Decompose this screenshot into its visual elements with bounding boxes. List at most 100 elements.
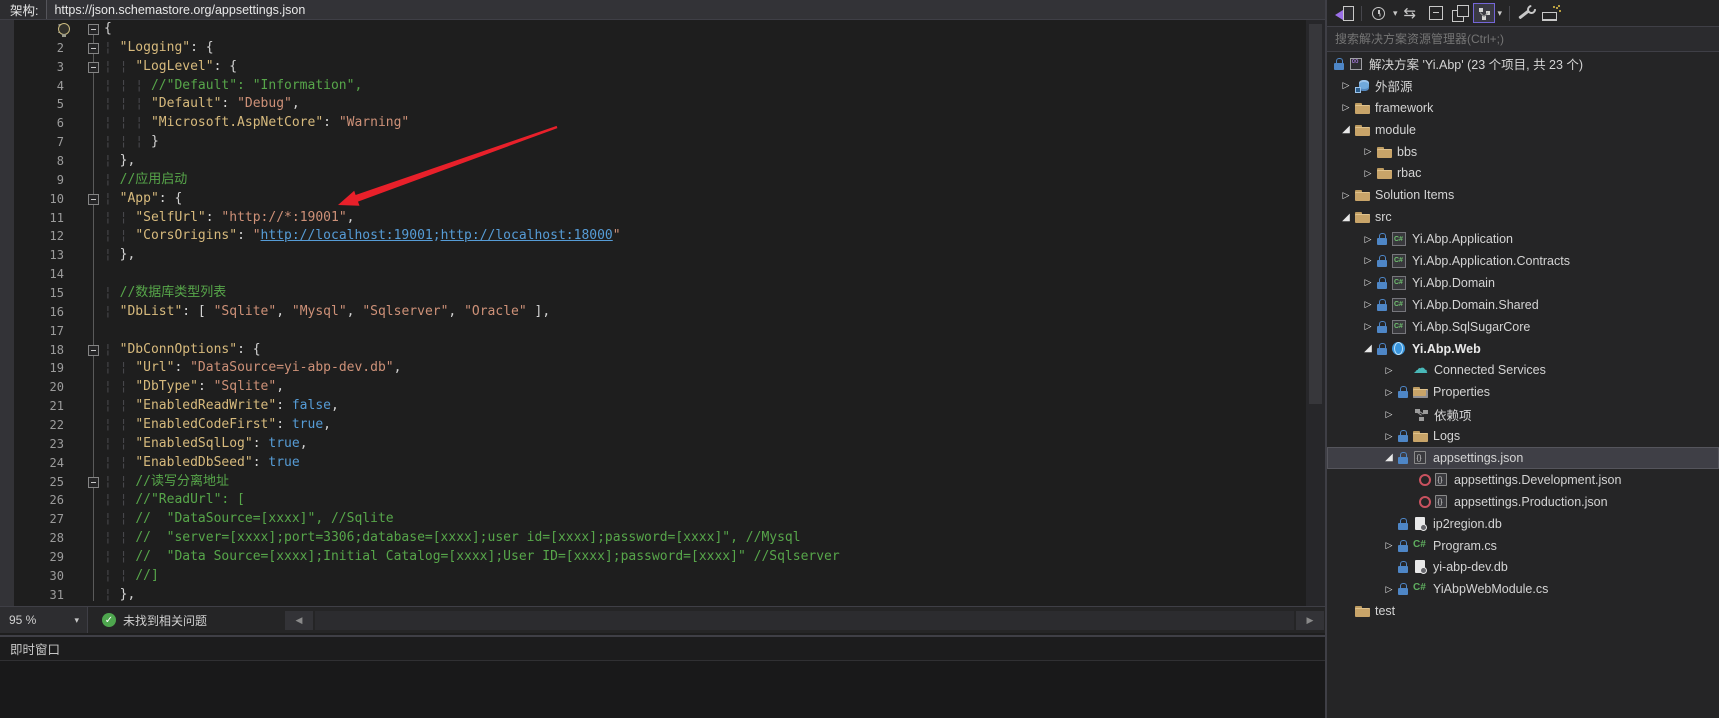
fold-toggle[interactable]: [88, 477, 99, 488]
tree-item[interactable]: ▷bbs: [1327, 141, 1719, 163]
tree-item-label: Yi.Abp.Domain.Shared: [1412, 298, 1539, 312]
expander-collapsed-icon[interactable]: ▷: [1360, 299, 1376, 310]
fold-toggle[interactable]: [88, 194, 99, 205]
tree-item[interactable]: ▷Solution Items: [1327, 184, 1719, 206]
tree-item[interactable]: ▷ Properties: [1327, 381, 1719, 403]
track-active-item-dropdown-icon[interactable]: ▾: [1498, 8, 1503, 19]
solution-search-box: [1327, 26, 1719, 52]
tree-item-label: Properties: [1433, 385, 1490, 399]
folder-icon: [1354, 100, 1371, 116]
tree-item[interactable]: ▷framework: [1327, 97, 1719, 119]
code-link[interactable]: http://localhost:19001: [261, 228, 433, 243]
tree-item-label: yi-abp-dev.db: [1433, 560, 1508, 574]
track-active-item-icon[interactable]: [1473, 3, 1495, 23]
tree-item[interactable]: ▷Connected Services: [1327, 359, 1719, 381]
expander-collapsed-icon[interactable]: ▷: [1381, 540, 1397, 551]
tree-item[interactable]: ip2region.db: [1327, 513, 1719, 535]
schema-url-combo[interactable]: https://json.schemastore.org/appsettings…: [46, 0, 1325, 19]
expander-collapsed-icon[interactable]: ▷: [1381, 409, 1397, 420]
tree-item[interactable]: ▷rbac: [1327, 162, 1719, 184]
tree-item[interactable]: ▷依赖项: [1327, 403, 1719, 425]
tree-item[interactable]: ▷Logs: [1327, 425, 1719, 447]
code-link[interactable]: http://localhost:18000: [441, 228, 613, 243]
code-text: ¦ ¦ "EnabledCodeFirst": true,: [104, 416, 1306, 435]
collapse-all-icon[interactable]: [1425, 3, 1447, 23]
expander-collapsed-icon[interactable]: ▷: [1338, 80, 1354, 91]
tree-item[interactable]: ▷Yi.Abp.SqlSugarCore: [1327, 316, 1719, 338]
tree-item[interactable]: yi-abp-dev.db: [1327, 556, 1719, 578]
expander-expanded-icon[interactable]: ◢: [1338, 124, 1354, 135]
line-number: 16: [0, 303, 64, 322]
tree-item[interactable]: 解决方案 'Yi.Abp' (23 个项目, 共 23 个): [1327, 53, 1719, 75]
expander-collapsed-icon[interactable]: ▷: [1360, 234, 1376, 245]
code-token: :: [253, 436, 269, 451]
tree-item-selected[interactable]: ◢appsettings.json: [1327, 447, 1719, 469]
web-project-icon: [1391, 341, 1408, 357]
switch-views-icon[interactable]: [1333, 3, 1355, 23]
expander-collapsed-icon[interactable]: ▷: [1360, 255, 1376, 266]
expander-collapsed-icon[interactable]: ▷: [1360, 321, 1376, 332]
properties-icon[interactable]: [1516, 3, 1538, 23]
tree-item[interactable]: appsettings.Development.json: [1327, 469, 1719, 491]
code-token: ¦: [104, 153, 120, 168]
expander-collapsed-icon[interactable]: ▷: [1360, 146, 1376, 157]
fold-margin: [64, 58, 104, 77]
expander-collapsed-icon[interactable]: ▷: [1381, 431, 1397, 442]
code-token: //数据库类型列表: [120, 285, 227, 300]
tree-item[interactable]: ▷Yi.Abp.Application: [1327, 228, 1719, 250]
expander-collapsed-icon[interactable]: ▷: [1360, 277, 1376, 288]
line-number: 6: [0, 114, 64, 133]
tree-item[interactable]: test: [1327, 600, 1719, 622]
tree-item[interactable]: ▷Yi.Abp.Application.Contracts: [1327, 250, 1719, 272]
tree-item[interactable]: ◢src: [1327, 206, 1719, 228]
code-line: 27¦ ¦ // "DataSource=[xxxx]", //Sqlite: [0, 510, 1306, 529]
fold-toggle[interactable]: [88, 345, 99, 356]
code-token: ¦ ¦ ¦: [104, 134, 151, 149]
fold-margin: [64, 227, 104, 246]
expander-collapsed-icon[interactable]: ▷: [1338, 102, 1354, 113]
expander-expanded-icon[interactable]: ◢: [1338, 212, 1354, 223]
scroll-left-arrow-icon[interactable]: ◀: [285, 611, 313, 630]
expander-expanded-icon[interactable]: ◢: [1360, 343, 1376, 354]
tree-item[interactable]: ▷YiAbpWebModule.cs: [1327, 578, 1719, 600]
sync-with-active-document-icon[interactable]: [1401, 3, 1423, 23]
json-file-icon: [1433, 472, 1450, 488]
expander-collapsed-icon[interactable]: ▷: [1381, 365, 1397, 376]
immediate-window-body[interactable]: [0, 661, 1325, 718]
fold-toggle[interactable]: [88, 43, 99, 54]
tree-item[interactable]: ◢module: [1327, 119, 1719, 141]
expander-expanded-icon[interactable]: ◢: [1381, 452, 1397, 463]
tree-item[interactable]: appsettings.Production.json: [1327, 491, 1719, 513]
tree-item[interactable]: ◢Yi.Abp.Web: [1327, 338, 1719, 360]
fold-toggle[interactable]: [88, 24, 99, 35]
tree-item[interactable]: ▷ Yi.Abp.Domain.Shared: [1327, 294, 1719, 316]
code-token: "EnabledDbSeed": [135, 455, 252, 470]
editor-vertical-scrollbar[interactable]: [1306, 20, 1325, 606]
horizontal-scrollbar-thumb[interactable]: [315, 611, 1294, 630]
expander-collapsed-icon[interactable]: ▷: [1360, 168, 1376, 179]
expander-collapsed-icon[interactable]: ▷: [1381, 387, 1397, 398]
code-token: ": [613, 228, 621, 243]
pending-changes-filter-dropdown-icon[interactable]: ▾: [1393, 8, 1398, 19]
tree-item[interactable]: ▷Yi.Abp.Domain: [1327, 272, 1719, 294]
fold-margin: [64, 246, 104, 265]
zoom-selector[interactable]: 95 % ▾: [0, 607, 88, 633]
scroll-right-arrow-icon[interactable]: ▶: [1296, 611, 1324, 630]
expander-collapsed-icon[interactable]: ▷: [1338, 190, 1354, 201]
code-line: 10¦ "App": {: [0, 190, 1306, 209]
tree-item[interactable]: ▷外部源: [1327, 75, 1719, 97]
preview-code-icon[interactable]: [1540, 3, 1562, 23]
code-token: : {: [190, 40, 213, 55]
pending-changes-filter-icon[interactable]: [1368, 3, 1390, 23]
lock-icon: [1397, 581, 1410, 597]
code-area[interactable]: 1{2¦ "Logging": {3¦ ¦ "LogLevel": {4¦ ¦ …: [0, 20, 1306, 607]
tree-item[interactable]: ▷Program.cs: [1327, 535, 1719, 557]
fold-toggle[interactable]: [88, 62, 99, 73]
code-line: 12¦ ¦ "CorsOrigins": "http://localhost:1…: [0, 227, 1306, 246]
lightbulb-icon[interactable]: [58, 23, 70, 35]
show-all-files-icon[interactable]: [1449, 3, 1471, 23]
expander-collapsed-icon[interactable]: ▷: [1381, 584, 1397, 595]
code-token: "Url": [135, 360, 174, 375]
code-token: ¦ ¦: [104, 379, 135, 394]
solution-search-input[interactable]: [1327, 31, 1719, 47]
